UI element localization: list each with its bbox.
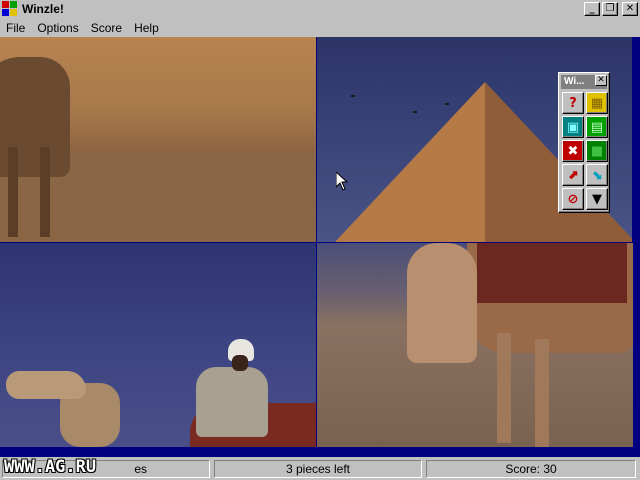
watermark: WWW.AG.RU — [4, 457, 97, 477]
bird-image — [413, 111, 417, 113]
restore-button[interactable]: ❐ — [602, 2, 618, 16]
menu-options[interactable]: Options — [37, 21, 78, 35]
picture-icon[interactable]: ▣ — [562, 116, 584, 138]
red-arrow-icon[interactable]: ⬈ — [562, 164, 584, 186]
camel-leg-image — [40, 147, 50, 237]
status-pieces-left: 3 pieces left — [214, 460, 422, 478]
menu-bar: File Options Score Help — [0, 18, 640, 37]
picture-swap-icon[interactable]: ▤ — [586, 116, 608, 138]
bird-image — [351, 95, 355, 97]
camel-neck-image — [407, 243, 477, 363]
stop-square-icon[interactable]: ✖ — [562, 140, 584, 162]
no-entry-icon[interactable]: ⊘ — [562, 188, 584, 210]
title-bar: Winzle! _ ❐ ✕ — [0, 0, 640, 18]
winzle-app-icon[interactable] — [2, 1, 18, 17]
rider-robe-image — [196, 367, 268, 437]
menu-file[interactable]: File — [6, 21, 25, 35]
toolbox-close-button[interactable]: ✕ — [595, 75, 607, 86]
puzzle-piece-bottom-left[interactable] — [0, 243, 316, 447]
toolbox-window[interactable]: Wi... ✕ ? ▦ ▣ ▤ ✖ ■ ⬈ ⬊ ⊘ ▼ — [558, 72, 610, 213]
green-square-icon[interactable]: ■ — [586, 140, 608, 162]
decorated-saddle-image — [477, 243, 627, 303]
cyan-arrow-icon[interactable]: ⬊ — [586, 164, 608, 186]
help-icon[interactable]: ? — [562, 92, 584, 114]
camel-leg-image — [8, 147, 18, 237]
menu-score[interactable]: Score — [91, 21, 122, 35]
grid-icon[interactable]: ▦ — [586, 92, 608, 114]
dropdown-arrow-icon[interactable]: ▼ — [586, 188, 608, 210]
camel-leg-image — [535, 339, 549, 447]
camel-head-image — [6, 371, 86, 399]
menu-help[interactable]: Help — [134, 21, 159, 35]
close-button[interactable]: ✕ — [622, 2, 638, 16]
puzzle-piece-top-left[interactable] — [0, 37, 316, 242]
minimize-button[interactable]: _ — [584, 2, 600, 16]
window-title: Winzle! — [22, 2, 64, 16]
puzzle-piece-bottom-right[interactable] — [317, 243, 633, 447]
puzzle-canvas[interactable] — [0, 37, 640, 457]
bird-image — [445, 103, 449, 105]
toolbox-grid: ? ▦ ▣ ▤ ✖ ■ ⬈ ⬊ ⊘ ▼ — [562, 92, 608, 210]
rider-face-image — [232, 355, 248, 371]
status-score: Score: 30 — [426, 460, 636, 478]
camel-leg-image — [497, 333, 511, 443]
